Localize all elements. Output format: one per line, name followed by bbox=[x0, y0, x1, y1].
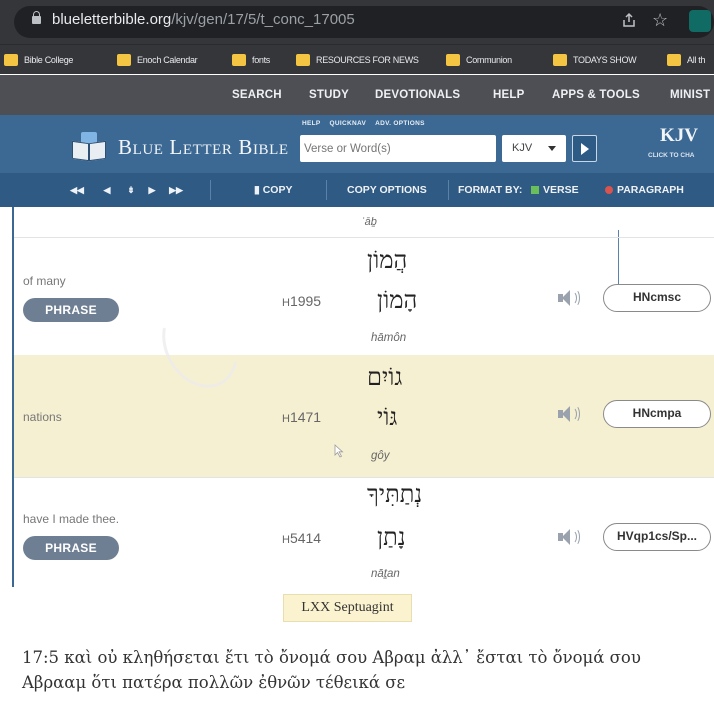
previous-icon[interactable]: ◀ bbox=[98, 182, 116, 198]
bookmark-communion[interactable]: Communion bbox=[446, 53, 512, 67]
toolbar-divider bbox=[448, 180, 449, 200]
nav-apps-tools[interactable]: APPS & TOOLS bbox=[552, 89, 640, 101]
nav-study[interactable]: STUDY bbox=[309, 89, 349, 101]
morphology-button[interactable]: HNcmpa bbox=[603, 400, 711, 428]
share-icon[interactable] bbox=[621, 12, 637, 28]
first-chapter-icon[interactable]: ◀◀ bbox=[66, 182, 88, 198]
last-chapter-icon[interactable]: ▶▶ bbox=[165, 182, 187, 198]
septuagint-verse-text: 17:5 καὶ οὐ κληθήσεται ἔτι τὸ ὄνομά σου … bbox=[22, 648, 641, 692]
next-icon[interactable]: ▶ bbox=[143, 182, 161, 198]
phrase-button[interactable]: PHRASE bbox=[23, 298, 119, 322]
lock-icon[interactable] bbox=[32, 11, 41, 24]
folder-icon bbox=[4, 54, 18, 66]
strongs-prefix: H bbox=[282, 413, 290, 425]
cursor-icon bbox=[334, 444, 344, 458]
lxx-tab[interactable]: LXX Septuagint bbox=[283, 594, 412, 622]
kjv-subtitle[interactable]: CLICK TO CHA bbox=[648, 152, 694, 159]
strongs-link[interactable]: H1471 bbox=[282, 409, 321, 425]
chevron-down-icon bbox=[548, 146, 556, 151]
verse-toolbar: ◀◀ ◀ ⇟ ▶ ▶▶ ▮ COPY COPY OPTIONS FORMAT B… bbox=[0, 173, 714, 207]
kjv-title[interactable]: KJV bbox=[660, 125, 698, 147]
browser-url-bar: blueletterbible.org/kjv/gen/17/5/t_conc_… bbox=[0, 0, 714, 44]
bookmark-todays-show[interactable]: TODAYS SHOW bbox=[553, 53, 637, 67]
folder-icon bbox=[553, 54, 567, 66]
bookmark-bible-college[interactable]: Bible College bbox=[4, 53, 73, 67]
nav-ministries[interactable]: MINIST bbox=[670, 89, 710, 101]
folder-icon bbox=[232, 54, 246, 66]
verse-label: VERSE bbox=[543, 184, 579, 196]
english-text: have I made thee. bbox=[23, 512, 120, 526]
transliteration: ʾāḇ bbox=[361, 216, 377, 228]
select-verse-icon[interactable]: ⇟ bbox=[122, 182, 140, 198]
hebrew-lemma[interactable]: נָתַן bbox=[377, 523, 406, 552]
search-go-button[interactable] bbox=[572, 135, 597, 162]
url-path: /kjv/gen/17/5/t_conc_17005 bbox=[171, 11, 355, 28]
morphology-button[interactable]: HNcmsc bbox=[603, 284, 711, 312]
transliteration: nāṯan bbox=[371, 568, 400, 580]
bookmark-enoch-calendar[interactable]: Enoch Calendar bbox=[117, 53, 198, 67]
bookmarks-bar: Bible College Enoch Calendar fonts RESOU… bbox=[0, 44, 714, 74]
url-text[interactable]: blueletterbible.org/kjv/gen/17/5/t_conc_… bbox=[52, 11, 355, 28]
bookmark-all[interactable]: All th bbox=[667, 53, 706, 67]
option-adv-options[interactable]: ADV. OPTIONS bbox=[375, 120, 425, 127]
paragraph-label: PARAGRAPH bbox=[617, 184, 684, 196]
copy-icon: ▮ bbox=[254, 184, 263, 196]
option-help[interactable]: HELP bbox=[302, 120, 321, 127]
format-by-label: FORMAT BY: bbox=[458, 184, 523, 196]
phrase-button[interactable]: PHRASE bbox=[23, 536, 119, 560]
strongs-link[interactable]: H1995 bbox=[282, 293, 321, 309]
format-verse-button[interactable]: VERSE bbox=[531, 184, 579, 196]
bookmark-resources-for-news[interactable]: RESOURCES FOR NEWS bbox=[296, 53, 419, 67]
nav-devotionals[interactable]: DEVOTIONALS bbox=[375, 89, 460, 101]
strongs-prefix: H bbox=[282, 534, 290, 546]
copy-options-button[interactable]: COPY OPTIONS bbox=[347, 184, 427, 196]
option-quicknav[interactable]: QUICKNAV bbox=[330, 120, 367, 127]
hebrew-word: נְתַתִּיךָ bbox=[367, 480, 423, 508]
hebrew-lemma[interactable]: הָמוֹן bbox=[377, 286, 417, 315]
search-input[interactable] bbox=[300, 135, 496, 162]
nav-search[interactable]: SEARCH bbox=[232, 89, 282, 101]
folder-icon bbox=[117, 54, 131, 66]
strongs-link[interactable]: H5414 bbox=[282, 530, 321, 546]
url-domain: blueletterbible.org bbox=[52, 11, 172, 28]
folder-icon bbox=[446, 54, 460, 66]
english-text: of many bbox=[23, 274, 66, 288]
extension-icon[interactable] bbox=[689, 10, 711, 32]
verse-check-icon bbox=[531, 186, 539, 194]
bookmark-fonts[interactable]: fonts bbox=[232, 53, 270, 67]
site-nav: SEARCH STUDY DEVOTIONALS HELP APPS & TOO… bbox=[0, 75, 714, 115]
strongs-number: 5414 bbox=[289, 530, 322, 546]
site-brand[interactable]: Blue Letter Bible bbox=[118, 135, 289, 160]
speaker-icon[interactable] bbox=[556, 528, 584, 546]
hebrew-lemma[interactable]: גּוֹי bbox=[377, 403, 397, 432]
format-paragraph-button[interactable]: PARAGRAPH bbox=[605, 184, 684, 196]
table-row: have I made thee. PHRASE H5414 נְתַתִּיך… bbox=[14, 477, 714, 590]
morphology-button[interactable]: HVqp1cs/Sp... bbox=[603, 523, 711, 551]
english-text: nations bbox=[23, 410, 62, 424]
transliteration: gôy bbox=[371, 450, 390, 462]
folder-icon bbox=[667, 54, 681, 66]
speaker-icon[interactable] bbox=[556, 405, 584, 423]
copy-label: COPY bbox=[262, 184, 293, 196]
table-row: nations H1471 גוֹיִם גּוֹי gôy HNcmpa bbox=[14, 355, 714, 477]
version-value: KJV bbox=[512, 142, 533, 154]
hebrew-word: הֲמוֹן bbox=[367, 246, 408, 274]
speaker-icon[interactable] bbox=[556, 289, 584, 307]
toolbar-divider bbox=[210, 180, 211, 200]
nav-help[interactable]: HELP bbox=[493, 89, 524, 101]
copy-button[interactable]: ▮ COPY bbox=[254, 184, 292, 196]
toolbar-divider bbox=[326, 180, 327, 200]
strongs-number: 1471 bbox=[289, 409, 322, 425]
paragraph-x-icon bbox=[605, 186, 613, 194]
folder-icon bbox=[296, 54, 310, 66]
version-select[interactable]: KJV bbox=[502, 135, 566, 162]
transliteration: hāmôn bbox=[371, 332, 407, 344]
strongs-number: 1995 bbox=[289, 293, 322, 309]
strongs-prefix: H bbox=[282, 297, 290, 309]
bible-logo-icon[interactable] bbox=[72, 132, 106, 162]
hebrew-word: גוֹיִם bbox=[367, 363, 403, 391]
search-options: HELP QUICKNAV ADV. OPTIONS bbox=[302, 120, 434, 127]
star-icon[interactable]: ☆ bbox=[652, 9, 668, 31]
table-row: of many PHRASE H1995 הֲמוֹן הָמוֹן hāmôn… bbox=[14, 237, 714, 355]
